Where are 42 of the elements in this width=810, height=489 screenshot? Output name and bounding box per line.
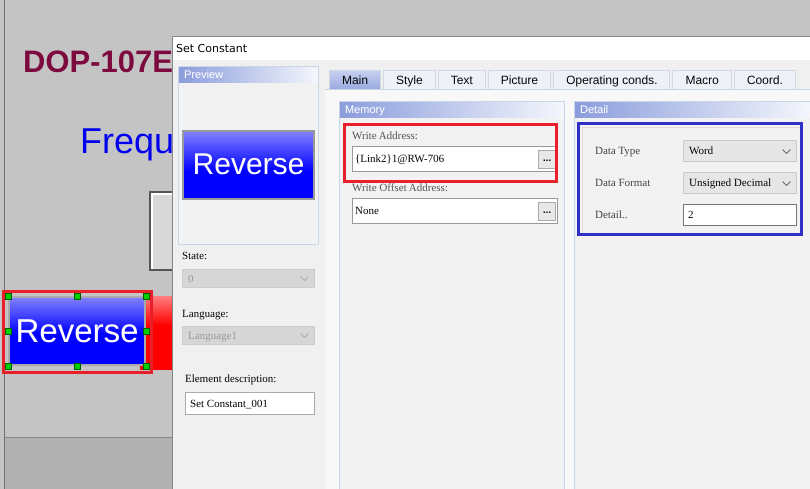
panel-header: Detail [575, 102, 810, 118]
language-label: Language: [182, 308, 230, 320]
resize-handle[interactable] [143, 328, 150, 335]
resize-handle[interactable] [5, 328, 12, 335]
panel-header: Preview [179, 67, 318, 83]
description-field[interactable]: Set Constant_001 [185, 392, 315, 415]
tab[interactable]: Main [329, 70, 382, 89]
chevron-down-icon [300, 276, 309, 281]
description-label: Element description: [185, 373, 278, 385]
dropdown[interactable]: Unsigned Decimal [683, 172, 797, 194]
field-label: Data Format [595, 177, 652, 189]
resize-handle[interactable] [74, 293, 81, 300]
resize-handle[interactable] [5, 293, 12, 300]
dropdown[interactable]: Word [683, 140, 797, 162]
field-label: Write Offset Address: [352, 182, 449, 194]
tab[interactable]: Text [438, 70, 486, 89]
tab[interactable]: Style [383, 70, 436, 89]
tab[interactable]: Picture [488, 70, 552, 89]
tab[interactable]: Coord. [734, 70, 796, 89]
tab[interactable]: Operating conds. [553, 70, 670, 89]
browse-button[interactable]: ... [538, 202, 556, 220]
resize-handle[interactable] [74, 363, 81, 370]
chevron-down-icon [300, 333, 309, 338]
field-label: Write Address: [352, 130, 419, 142]
resize-handle[interactable] [143, 293, 150, 300]
field-label: Detail.. [595, 209, 628, 221]
field-label: Data Type [595, 145, 642, 157]
input-field[interactable]: 2 [683, 204, 797, 226]
resize-handle[interactable] [143, 363, 150, 370]
frequency-label: Frequ [80, 120, 174, 162]
browse-button[interactable]: ... [538, 150, 556, 168]
screen-title: DOP-107E [23, 44, 173, 80]
panel-header: Memory [340, 102, 564, 118]
resize-handle[interactable] [5, 363, 12, 370]
reverse-button[interactable]: Reverse [8, 296, 146, 366]
tab[interactable]: Macro [672, 70, 732, 89]
address-field[interactable]: {Link2}1@RW-706 ... [352, 146, 558, 172]
dialog-title: Set Constant [176, 42, 248, 55]
address-field[interactable]: None ... [352, 198, 558, 224]
chevron-down-icon [782, 180, 791, 186]
state-label: State: [182, 250, 208, 262]
chevron-down-icon [782, 148, 791, 154]
